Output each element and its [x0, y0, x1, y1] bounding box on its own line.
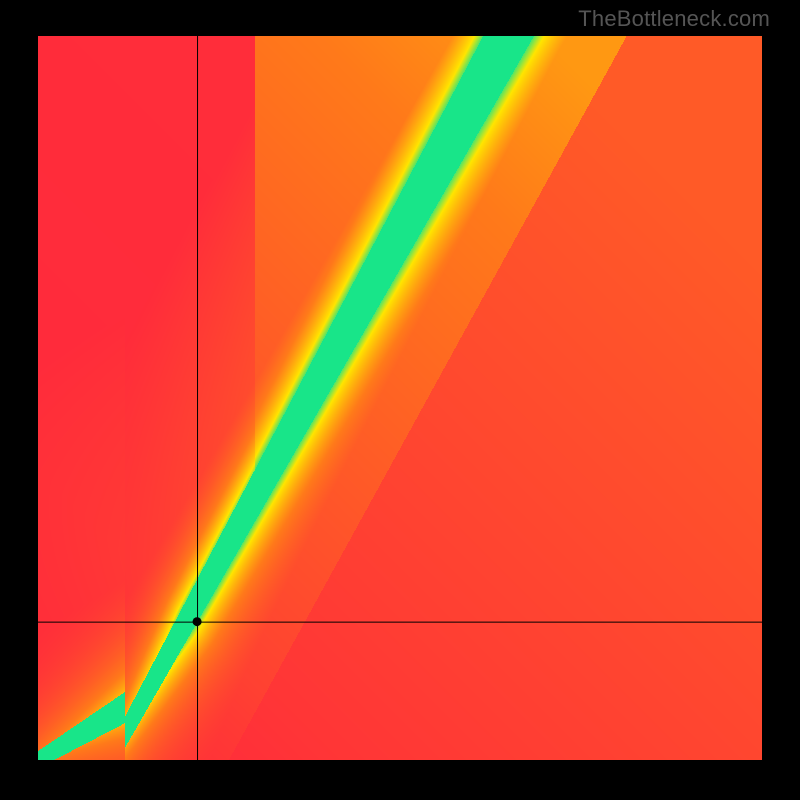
heatmap-canvas [38, 36, 762, 760]
watermark-text: TheBottleneck.com [578, 6, 770, 32]
plot-area [38, 36, 762, 760]
chart-container: TheBottleneck.com [0, 0, 800, 800]
